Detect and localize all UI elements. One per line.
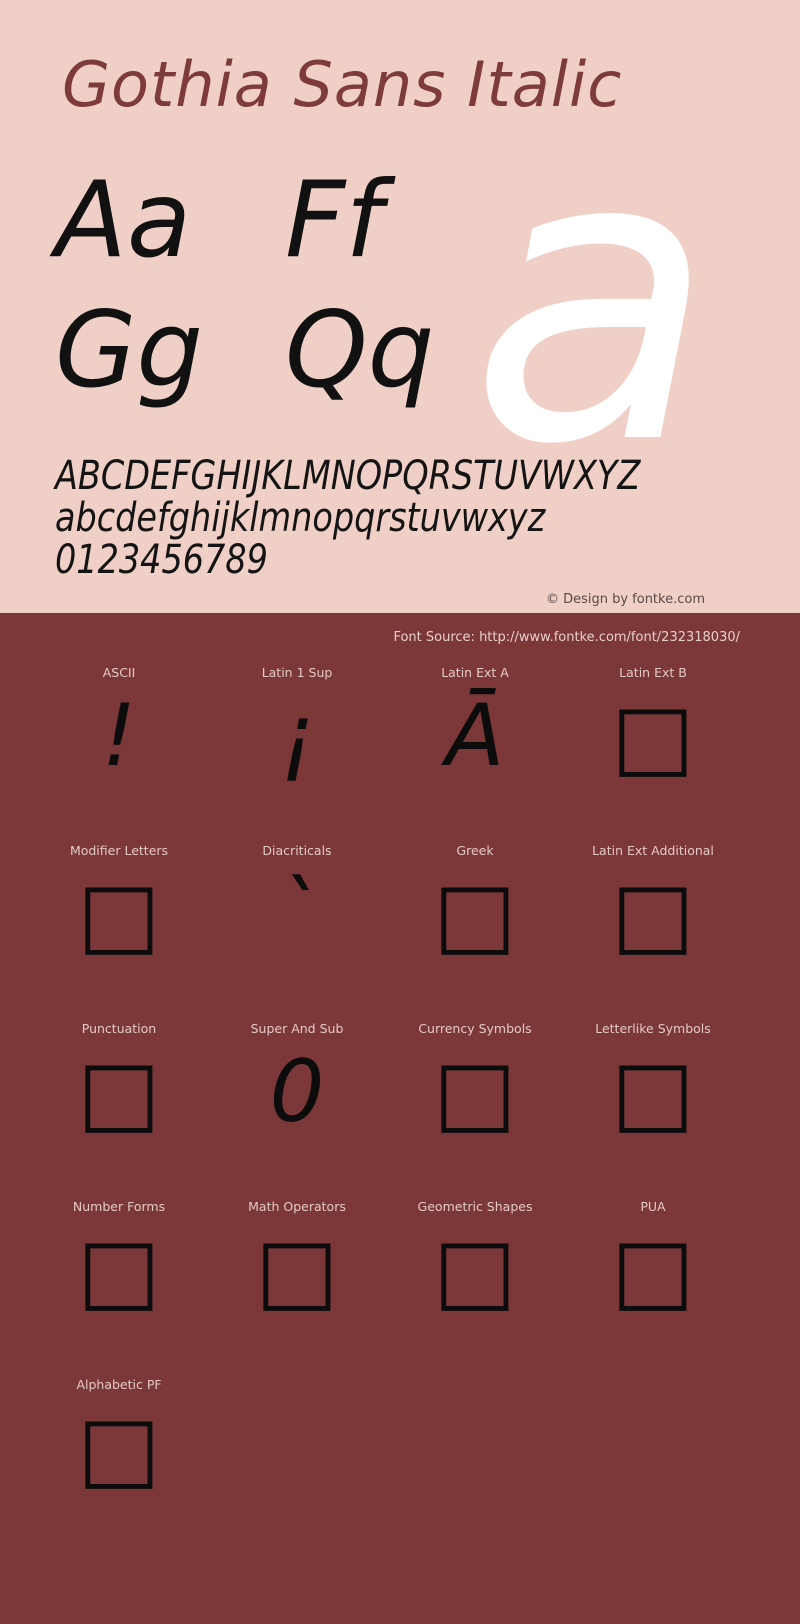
- unicode-block-row: Number Forms □ Math Operators □ Geometri…: [0, 1189, 800, 1367]
- letter-pair-qq: Qq: [285, 289, 435, 411]
- uppercase-alphabet: ABCDEFGHIJKLMNOPQRSTUVWXYZ: [55, 453, 641, 499]
- block-glyph: □: [255, 1218, 339, 1321]
- block-cell-latin-ext-additional[interactable]: Latin Ext Additional □: [564, 833, 742, 1011]
- block-glyph: □: [77, 862, 161, 965]
- letter-pair-row: Aa Ff: [55, 160, 475, 290]
- block-cell-geometric-shapes[interactable]: Geometric Shapes □: [386, 1189, 564, 1367]
- block-cell-empty: [386, 1367, 564, 1545]
- block-glyph: □: [611, 1218, 695, 1321]
- block-cell-alphabetic-pf[interactable]: Alphabetic PF □: [30, 1367, 208, 1545]
- block-cell-pua[interactable]: PUA □: [564, 1189, 742, 1367]
- unicode-blocks-panel: Font Source: http://www.fontke.com/font/…: [0, 613, 800, 1624]
- block-cell-ascii[interactable]: ASCII !: [30, 655, 208, 833]
- unicode-block-row: Alphabetic PF □: [0, 1367, 800, 1545]
- letter-pair-aa: Aa: [55, 159, 192, 281]
- block-cell-math-operators[interactable]: Math Operators □: [208, 1189, 386, 1367]
- block-glyph: ¡: [279, 686, 315, 786]
- letter-pair-grid: Aa Ff Gg Qq: [55, 160, 475, 420]
- block-glyph: □: [611, 1040, 695, 1143]
- block-label: Letterlike Symbols: [595, 1021, 711, 1036]
- block-label: Greek: [456, 843, 494, 858]
- block-label: Latin Ext B: [619, 665, 687, 680]
- block-glyph: 0: [269, 1042, 325, 1142]
- block-label: Currency Symbols: [418, 1021, 532, 1036]
- copyright-notice: © Design by fontke.com: [545, 592, 705, 607]
- block-cell-empty: [208, 1367, 386, 1545]
- watermark-glyph: a: [470, 67, 716, 532]
- block-glyph: Ā: [445, 686, 505, 786]
- lowercase-alphabet: abcdefghijklmnopqrstuvwxyz: [55, 495, 546, 541]
- block-glyph: □: [77, 1396, 161, 1499]
- block-glyph: □: [77, 1218, 161, 1321]
- block-cell-latin-ext-b[interactable]: Latin Ext B □: [564, 655, 742, 833]
- block-label: PUA: [640, 1199, 666, 1214]
- block-glyph: □: [433, 1218, 517, 1321]
- block-glyph: □: [77, 1040, 161, 1143]
- block-glyph: □: [433, 1040, 517, 1143]
- block-cell-modifier-letters[interactable]: Modifier Letters □: [30, 833, 208, 1011]
- block-label: Latin Ext A: [441, 665, 509, 680]
- block-label: Alphabetic PF: [76, 1377, 162, 1392]
- block-cell-currency-symbols[interactable]: Currency Symbols □: [386, 1011, 564, 1189]
- block-cell-greek[interactable]: Greek □: [386, 833, 564, 1011]
- letter-pair-row: Gg Qq: [55, 290, 475, 420]
- digits-row: 0123456789: [55, 537, 268, 583]
- block-cell-latin-ext-a[interactable]: Latin Ext A Ā: [386, 655, 564, 833]
- block-glyph: `: [275, 864, 319, 964]
- block-label: Latin Ext Additional: [592, 843, 714, 858]
- letter-pair-ff: Ff: [285, 159, 383, 281]
- block-glyph: □: [611, 862, 695, 965]
- block-label: Math Operators: [248, 1199, 346, 1214]
- block-label: Diacriticals: [262, 843, 332, 858]
- specimen-panel: a Gothia Sans Italic Aa Ff Gg Qq ABCDEFG…: [0, 0, 800, 613]
- alphabet-block: ABCDEFGHIJKLMNOPQRSTUVWXYZ abcdefghijklm…: [55, 455, 755, 581]
- font-source-link[interactable]: Font Source: http://www.fontke.com/font/…: [393, 630, 740, 645]
- block-cell-latin-1-sup[interactable]: Latin 1 Sup ¡: [208, 655, 386, 833]
- block-glyph: !: [101, 686, 137, 786]
- letter-pair-gg: Gg: [55, 289, 204, 411]
- unicode-block-grid: ASCII ! Latin 1 Sup ¡ Latin Ext A Ā Lati…: [0, 655, 800, 1545]
- block-label: Latin 1 Sup: [261, 665, 333, 680]
- block-cell-punctuation[interactable]: Punctuation □: [30, 1011, 208, 1189]
- unicode-block-row: Modifier Letters □ Diacriticals ` Greek …: [0, 833, 800, 1011]
- unicode-block-row: Punctuation □ Super And Sub 0 Currency S…: [0, 1011, 800, 1189]
- block-cell-letterlike-symbols[interactable]: Letterlike Symbols □: [564, 1011, 742, 1189]
- font-title: Gothia Sans Italic: [62, 48, 623, 121]
- unicode-block-row: ASCII ! Latin 1 Sup ¡ Latin Ext A Ā Lati…: [0, 655, 800, 833]
- font-specimen-page: a Gothia Sans Italic Aa Ff Gg Qq ABCDEFG…: [0, 0, 800, 1624]
- block-label: Geometric Shapes: [417, 1199, 533, 1214]
- block-label: ASCII: [102, 665, 136, 680]
- block-label: Modifier Letters: [69, 843, 169, 858]
- block-label: Punctuation: [81, 1021, 157, 1036]
- block-label: Number Forms: [72, 1199, 166, 1214]
- block-cell-diacriticals[interactable]: Diacriticals `: [208, 833, 386, 1011]
- block-cell-empty: [564, 1367, 742, 1545]
- block-glyph: □: [611, 684, 695, 787]
- block-label: Super And Sub: [250, 1021, 344, 1036]
- block-glyph: □: [433, 862, 517, 965]
- block-cell-number-forms[interactable]: Number Forms □: [30, 1189, 208, 1367]
- block-cell-super-and-sub[interactable]: Super And Sub 0: [208, 1011, 386, 1189]
